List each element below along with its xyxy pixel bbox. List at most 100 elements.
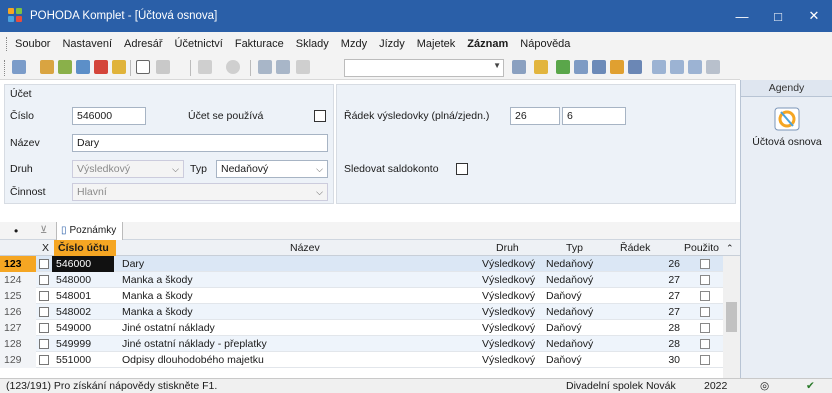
- account-number: 548002: [56, 306, 92, 318]
- col-cislo[interactable]: Číslo účtu: [54, 240, 116, 256]
- menu-item[interactable]: Jízdy: [379, 38, 405, 50]
- table-row[interactable]: 125 548001 Manka a škody Výsledkový Daňový 27: [0, 288, 723, 304]
- table-row[interactable]: 124 548000 Manka a škody Výsledkový Nedaňový…: [0, 272, 723, 288]
- pouzito-checkbox[interactable]: [700, 355, 710, 365]
- report-icon[interactable]: [94, 60, 108, 74]
- pouzito-checkbox[interactable]: [700, 275, 710, 285]
- maximize-button[interactable]: □: [760, 0, 796, 32]
- agenda-item-ucetni-osnova[interactable]: Účtová osnova: [743, 100, 831, 148]
- menu-item[interactable]: Soubor: [15, 38, 50, 50]
- col-x[interactable]: X: [42, 240, 49, 256]
- new-record-icon[interactable]: [136, 60, 150, 74]
- radek-label: Řádek výsledovky (plná/zjedn.): [344, 110, 490, 122]
- form-view-icon[interactable]: [670, 60, 684, 74]
- scrollbar-thumb[interactable]: [726, 302, 737, 332]
- account-type: Nedaňový: [546, 306, 594, 318]
- cinnost-select[interactable]: Hlavní ⌵: [72, 183, 328, 201]
- account-name: Manka a škody: [122, 306, 193, 318]
- calculator-icon[interactable]: [574, 60, 588, 74]
- menu-item[interactable]: Majetek: [417, 38, 456, 50]
- barcode-icon[interactable]: [628, 60, 642, 74]
- cislo-label: Číslo: [10, 110, 34, 122]
- close-button[interactable]: ✕: [796, 0, 832, 32]
- table-icon[interactable]: [592, 60, 606, 74]
- agenda-item-label: Účtová osnova: [752, 136, 822, 148]
- col-nazev[interactable]: Název: [290, 240, 320, 256]
- chevron-up-icon[interactable]: ⌃: [726, 240, 734, 256]
- row-checkbox[interactable]: [39, 307, 49, 317]
- refresh-icon[interactable]: [226, 60, 240, 74]
- pouzito-checkbox[interactable]: [700, 259, 710, 269]
- menu-item[interactable]: Nastavení: [62, 38, 112, 50]
- druh-select[interactable]: Výsledkový ⌵: [72, 160, 184, 178]
- nazev-input[interactable]: Dary: [72, 134, 328, 152]
- quick-filter-combo[interactable]: ▼: [344, 59, 504, 77]
- open-icon[interactable]: [40, 60, 54, 74]
- menu-item[interactable]: Účetnictví: [175, 38, 223, 50]
- account-kind: Výsledkový: [482, 354, 536, 366]
- back-icon[interactable]: [198, 60, 212, 74]
- table-row[interactable]: 126 548002 Manka a škody Výsledkový Nedaňový…: [0, 304, 723, 320]
- tab-poznamky[interactable]: ▯ Poznámky: [56, 222, 124, 240]
- nazev-label: Název: [10, 137, 40, 149]
- pouzito-checkbox[interactable]: [700, 291, 710, 301]
- radek-zjedn-input[interactable]: 6: [562, 107, 626, 125]
- table-row[interactable]: 128 549999 Jiné ostatní náklady - přeplatk…: [0, 336, 723, 352]
- account-number: 548000: [56, 274, 92, 286]
- grid-view-icon[interactable]: [652, 60, 666, 74]
- filter-icon[interactable]: [512, 60, 526, 74]
- edit-icon[interactable]: [156, 60, 170, 74]
- menu-item[interactable]: Adresář: [124, 38, 163, 50]
- filter-icon[interactable]: ⊻: [40, 222, 47, 240]
- save-icon[interactable]: [258, 60, 272, 74]
- status-bar: (123/191) Pro získání nápovědy stiskněte…: [0, 378, 832, 393]
- cinnost-value: Hlavní: [77, 186, 107, 198]
- preview-icon[interactable]: [76, 60, 90, 74]
- cislo-input[interactable]: 546000: [72, 107, 146, 125]
- row-checkbox[interactable]: [39, 291, 49, 301]
- help-icon[interactable]: [706, 60, 720, 74]
- menu-item[interactable]: Fakturace: [235, 38, 284, 50]
- table-row[interactable]: 127 549000 Jiné ostatní náklady Výsledkový D…: [0, 320, 723, 336]
- account-name: Odpisy dlouhodobého majetku: [122, 354, 264, 366]
- vertical-scrollbar[interactable]: [723, 256, 740, 378]
- agenda-panel: Agendy Účtová osnova: [740, 80, 832, 378]
- folder-icon[interactable]: [534, 60, 548, 74]
- save-copy-icon[interactable]: [276, 60, 290, 74]
- col-radek[interactable]: Řádek: [620, 240, 650, 256]
- saldokonto-checkbox[interactable]: [456, 163, 468, 175]
- menu-item[interactable]: Sklady: [296, 38, 329, 50]
- account-type: Nedaňový: [546, 274, 594, 286]
- col-typ[interactable]: Typ: [566, 240, 583, 256]
- copy-icon[interactable]: [296, 60, 310, 74]
- row-checkbox[interactable]: [39, 323, 49, 333]
- pouziva-checkbox[interactable]: [314, 110, 326, 122]
- typ-select[interactable]: Nedaňový ⌵: [216, 160, 328, 178]
- agenda-icon[interactable]: [12, 60, 26, 74]
- split-view-icon[interactable]: [688, 60, 702, 74]
- row-checkbox[interactable]: [39, 259, 49, 269]
- menu-item[interactable]: Nápověda: [520, 38, 570, 50]
- export-icon[interactable]: [112, 60, 126, 74]
- pin-icon[interactable]: •: [14, 222, 18, 240]
- account-line: 26: [668, 258, 680, 270]
- menu-item[interactable]: Mzdy: [341, 38, 367, 50]
- row-checkbox[interactable]: [39, 339, 49, 349]
- minimize-button[interactable]: —: [724, 0, 760, 32]
- radek-plna-input[interactable]: 26: [510, 107, 560, 125]
- user-icon[interactable]: [610, 60, 624, 74]
- col-druh[interactable]: Druh: [496, 240, 519, 256]
- print-icon[interactable]: [58, 60, 72, 74]
- col-pouzito[interactable]: Použito: [684, 240, 719, 256]
- row-number: 124: [0, 272, 36, 288]
- table-row[interactable]: 123 546000 Dary Výsledkový Nedaňový 26: [0, 256, 723, 272]
- pouzito-checkbox[interactable]: [700, 323, 710, 333]
- pouzito-checkbox[interactable]: [700, 307, 710, 317]
- cinnost-label: Činnost: [10, 186, 46, 198]
- row-checkbox[interactable]: [39, 275, 49, 285]
- pouzito-checkbox[interactable]: [700, 339, 710, 349]
- table-row[interactable]: 129 551000 Odpisy dlouhodobého majetku Výsl…: [0, 352, 723, 368]
- row-checkbox[interactable]: [39, 355, 49, 365]
- menu-item[interactable]: Záznam: [467, 38, 508, 50]
- attach-icon[interactable]: [556, 60, 570, 74]
